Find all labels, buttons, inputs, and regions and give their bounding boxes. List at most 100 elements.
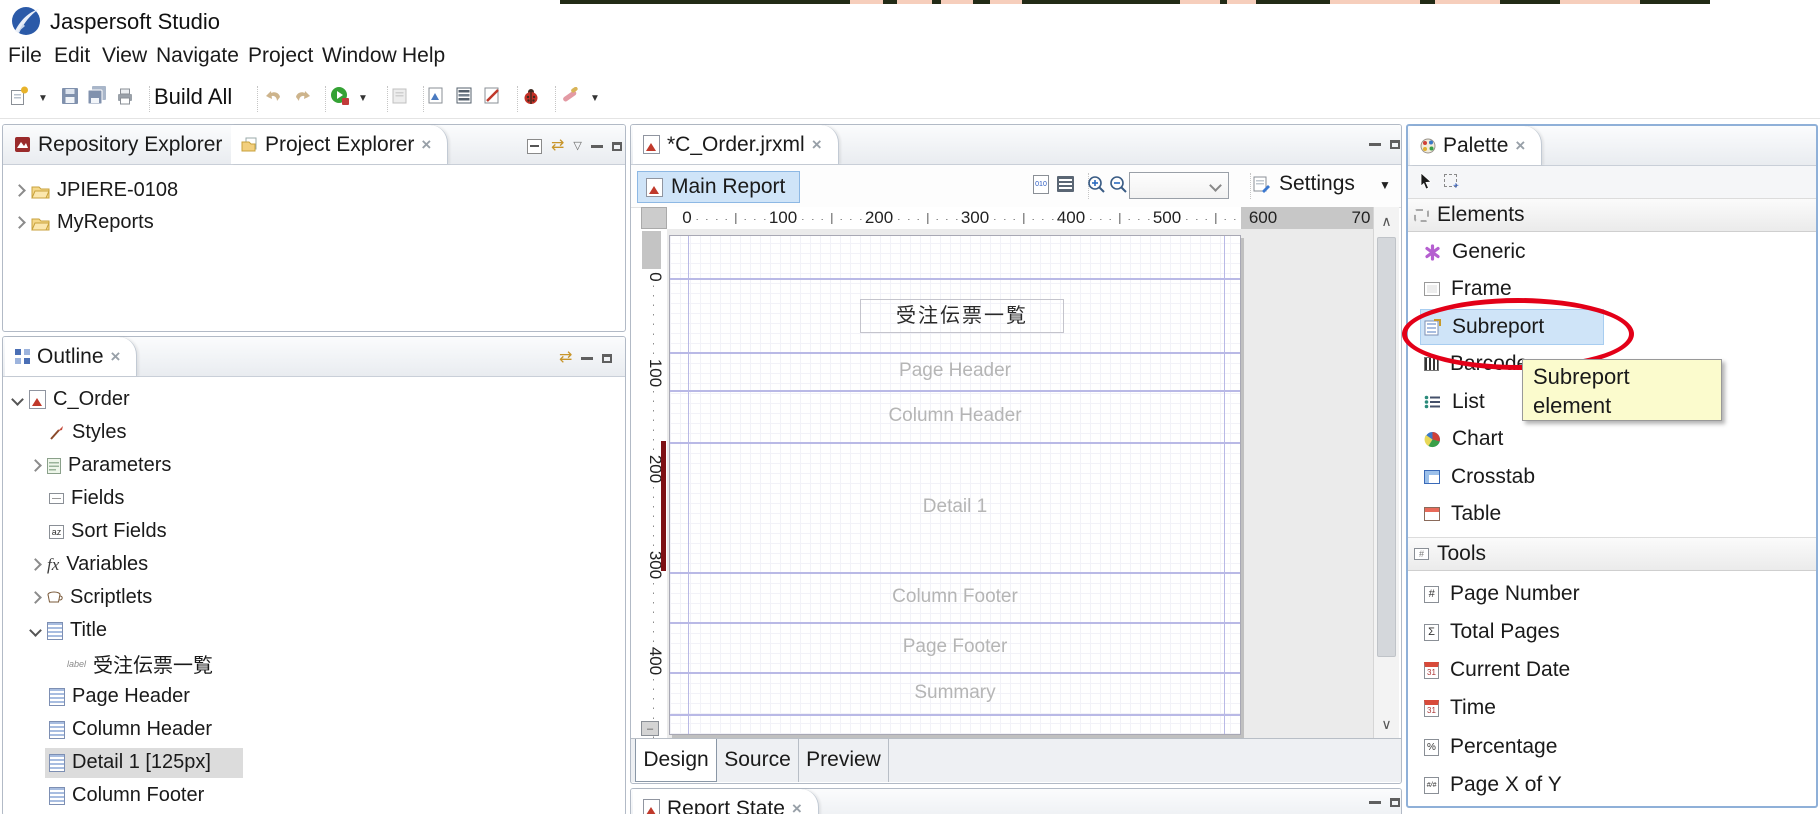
- outline-item-title[interactable]: Title: [29, 615, 107, 646]
- palette-item-chart[interactable]: Chart: [1424, 424, 1503, 454]
- tab-project-explorer[interactable]: Project Explorer ×: [231, 125, 449, 164]
- zoom-in-icon[interactable]: [1087, 175, 1107, 195]
- dataset-button[interactable]: [392, 88, 409, 105]
- minimize-icon[interactable]: [1369, 801, 1381, 804]
- compile-report-button[interactable]: [428, 87, 445, 105]
- menu-file[interactable]: File: [8, 44, 42, 68]
- link-with-editor-icon[interactable]: ⇄: [551, 138, 564, 154]
- settings-button[interactable]: Settings: [1279, 172, 1355, 196]
- close-icon[interactable]: ×: [1515, 137, 1525, 154]
- menu-navigate[interactable]: Navigate: [156, 44, 239, 68]
- maximize-icon[interactable]: [1390, 140, 1400, 149]
- tab-design[interactable]: Design: [635, 739, 717, 782]
- run-dropdown-icon[interactable]: ▼: [358, 93, 368, 104]
- combo-chevron-icon[interactable]: [1209, 179, 1222, 192]
- marquee-select-icon[interactable]: +: [1444, 174, 1459, 192]
- menu-edit[interactable]: Edit: [54, 44, 90, 68]
- outline-item-c-order[interactable]: C_Order: [11, 384, 130, 415]
- validate-report-button[interactable]: [484, 87, 502, 105]
- view-menu-icon[interactable]: ▽: [573, 140, 581, 152]
- menu-project[interactable]: Project: [248, 44, 313, 68]
- outline-item-detail-1[interactable]: Detail 1 [125px]: [49, 747, 211, 778]
- new-dropdown-icon[interactable]: ▼: [38, 93, 48, 104]
- outline-item-column-header[interactable]: Column Header: [49, 714, 212, 745]
- publish-dropdown-icon[interactable]: ▼: [590, 93, 600, 104]
- palette-item-table[interactable]: Table: [1424, 499, 1501, 529]
- settings-icon[interactable]: [1253, 175, 1271, 193]
- palette-item-page-x-of-y[interactable]: #/# Page X of Y: [1424, 770, 1562, 800]
- minimize-icon[interactable]: [590, 144, 603, 148]
- undo-button[interactable]: [264, 88, 284, 104]
- tab-source[interactable]: Source: [717, 739, 799, 782]
- close-icon[interactable]: ×: [111, 348, 121, 365]
- chevron-down-icon[interactable]: [11, 393, 24, 406]
- tab-c-order-jrxml[interactable]: *C_Order.jrxml ×: [633, 125, 839, 164]
- outline-item-column-footer[interactable]: Column Footer: [49, 780, 204, 811]
- outline-item-fields[interactable]: Fields: [49, 483, 124, 514]
- palette-item-time[interactable]: 31 Time: [1424, 693, 1496, 723]
- outline-item-parameters[interactable]: Parameters: [29, 450, 171, 481]
- palette-item-generic[interactable]: Generic: [1424, 237, 1526, 267]
- canvas-scrollbar[interactable]: ∧ ∨: [1373, 207, 1399, 738]
- new-wizard-button[interactable]: [10, 86, 29, 106]
- menu-window[interactable]: Window: [322, 44, 397, 68]
- tree-item-jpiere[interactable]: JPIERE-0108: [13, 175, 178, 206]
- zoom-level-combo[interactable]: [1129, 172, 1229, 199]
- tab-palette[interactable]: Palette ×: [1410, 126, 1543, 165]
- palette-item-frame[interactable]: Frame: [1424, 274, 1512, 304]
- save-button[interactable]: [62, 88, 79, 105]
- palette-item-total-pages[interactable]: Σ Total Pages: [1424, 617, 1560, 647]
- debug-bug-icon[interactable]: [522, 87, 540, 105]
- palette-item-subreport[interactable]: Subreport: [1424, 312, 1544, 342]
- palette-item-current-date[interactable]: 31 Current Date: [1424, 655, 1570, 685]
- chevron-right-icon[interactable]: [13, 216, 26, 229]
- zoom-out-icon[interactable]: [1109, 175, 1129, 195]
- breadcrumb-main-report[interactable]: Main Report: [637, 171, 801, 203]
- palette-item-list[interactable]: List: [1424, 387, 1485, 417]
- scroll-down-icon[interactable]: ∨: [1374, 712, 1399, 736]
- minimize-icon[interactable]: [581, 356, 594, 360]
- palette-section-tools[interactable]: # Tools: [1408, 537, 1816, 571]
- print-button[interactable]: [116, 87, 134, 105]
- outline-item-variables[interactable]: fx Variables: [29, 549, 148, 580]
- redo-button[interactable]: [292, 88, 312, 104]
- scroll-up-icon[interactable]: ∧: [1374, 209, 1399, 233]
- design-canvas[interactable]: 受注伝票一覧 Page Header Column Header Detail …: [667, 229, 1373, 738]
- scrollbar-thumb[interactable]: [1377, 237, 1396, 657]
- outline-item-scriptlets[interactable]: Scriptlets: [29, 582, 152, 613]
- minimize-icon[interactable]: [1369, 143, 1381, 146]
- outline-item-title-label[interactable]: label 受注伝票一覧: [67, 648, 213, 679]
- outline-item-page-header[interactable]: Page Header: [49, 681, 190, 712]
- maximize-icon[interactable]: [611, 141, 622, 151]
- tab-repository-explorer[interactable]: Repository Explorer: [5, 125, 240, 164]
- close-icon[interactable]: ×: [792, 800, 802, 814]
- palette-item-crosstab[interactable]: Crosstab: [1424, 462, 1535, 492]
- chevron-right-icon[interactable]: [29, 459, 42, 472]
- tree-item-myreports[interactable]: MyReports: [13, 207, 154, 238]
- chevron-right-icon[interactable]: [29, 591, 42, 604]
- chevron-down-icon[interactable]: [29, 624, 42, 637]
- list-view-icon[interactable]: [1057, 176, 1074, 192]
- close-icon[interactable]: ×: [421, 136, 431, 153]
- tab-preview[interactable]: Preview: [799, 739, 889, 782]
- maximize-icon[interactable]: [602, 353, 613, 363]
- outline-item-sort-fields[interactable]: az Sort Fields: [49, 516, 167, 547]
- title-text-element[interactable]: 受注伝票一覧: [860, 299, 1064, 333]
- report-page[interactable]: 受注伝票一覧 Page Header Column Header Detail …: [669, 235, 1241, 735]
- xml-source-icon[interactable]: 010: [1033, 175, 1049, 194]
- maximize-icon[interactable]: [1390, 798, 1400, 807]
- settings-dropdown-icon[interactable]: ▼: [1379, 178, 1391, 192]
- tab-report-state[interactable]: Report State ×: [633, 789, 819, 814]
- chevron-right-icon[interactable]: [29, 558, 42, 571]
- tab-outline[interactable]: Outline ×: [5, 337, 138, 376]
- publish-link-icon[interactable]: [560, 87, 580, 105]
- run-report-button[interactable]: [330, 86, 350, 106]
- outline-item-styles[interactable]: Styles: [49, 417, 126, 448]
- collapse-all-icon[interactable]: [527, 138, 542, 154]
- select-cursor-icon[interactable]: [1418, 172, 1434, 190]
- datasource-button[interactable]: [456, 87, 473, 105]
- palette-item-percentage[interactable]: % Percentage: [1424, 732, 1557, 762]
- menu-view[interactable]: View: [102, 44, 147, 68]
- palette-section-elements[interactable]: Elements: [1408, 198, 1816, 232]
- expand-layers-icon[interactable]: ⇄: [559, 350, 572, 366]
